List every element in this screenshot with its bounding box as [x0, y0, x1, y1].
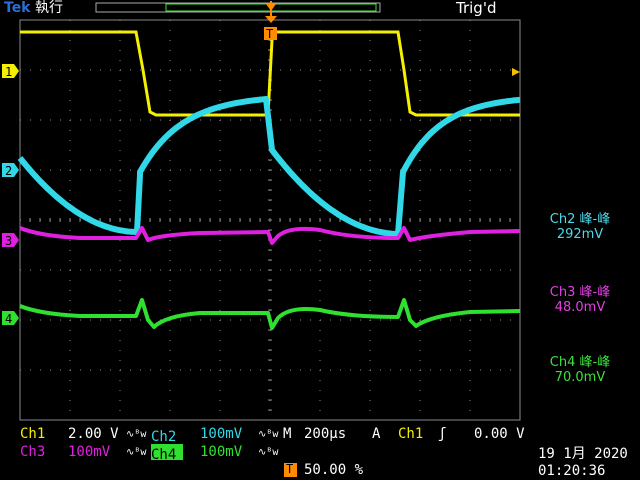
ch4-label: Ch4 [151, 447, 177, 463]
ch4-marker[interactable]: 4 [2, 311, 19, 326]
timebase-label: M [283, 426, 292, 442]
ch1-marker[interactable]: 1 [2, 64, 19, 79]
date: 19 1月 2020 [538, 446, 628, 462]
brand-status: Tek 執行 [4, 0, 63, 16]
trigger-position-icon: T [284, 462, 297, 477]
oscilloscope-screen: 1 2 3 4 T Tek 執行 Trig'd Ch2 峰-峰 292mV Ch… [0, 0, 640, 480]
ch2-label: Ch2 [151, 429, 177, 445]
ch3-label[interactable]: Ch3 [20, 444, 45, 460]
measurement-value: 48.0mV [554, 300, 606, 315]
ch3-marker[interactable]: 3 [2, 233, 19, 248]
trigger-status: Trig'd [456, 0, 497, 17]
time: 01:20:36 [538, 463, 606, 479]
ch1-scale[interactable]: 2.00 V [68, 426, 119, 442]
ch2-scale[interactable]: 100mV [200, 426, 242, 442]
ch1-label[interactable]: Ch1 [20, 426, 45, 442]
trigger-level-arrow[interactable] [512, 68, 520, 76]
ch2-waveform [17, 96, 521, 237]
acquisition-status: 執行 [34, 0, 63, 16]
svg-text:T: T [266, 27, 273, 41]
svg-text:2: 2 [5, 164, 12, 178]
measurement-ch3[interactable]: Ch3 峰-峰 48.0mV [524, 285, 636, 315]
measurement-name: Ch3 峰-峰 [549, 285, 611, 300]
datetime: 19 1月 2020 01:20:36 [538, 446, 638, 480]
ch2-label-box[interactable]: Ch2 [151, 426, 183, 445]
ch2-marker[interactable]: 2 [2, 163, 19, 178]
trigger-source[interactable]: Ch1 [398, 426, 423, 442]
ch4-waveform [19, 298, 521, 330]
trigger-slope-icon: ʃ [438, 426, 447, 442]
trigger-level[interactable]: 0.00 V [474, 426, 525, 442]
svg-text:3: 3 [5, 234, 12, 248]
measurement-ch2[interactable]: Ch2 峰-峰 292mV [524, 212, 636, 242]
measurement-ch4[interactable]: Ch4 峰-峰 70.0mV [524, 355, 636, 385]
measurement-value: 70.0mV [554, 370, 606, 385]
svg-text:4: 4 [5, 312, 12, 326]
ch4-bw-icon: ∿ᴮw [258, 447, 279, 458]
svg-text:1: 1 [5, 65, 12, 79]
ch3-scale[interactable]: 100mV [68, 444, 110, 460]
measurement-name: Ch2 峰-峰 [549, 212, 611, 227]
ch4-scale[interactable]: 100mV [200, 444, 242, 460]
record-view-bar [95, 1, 381, 16]
trigger-position[interactable]: 50.00 % [304, 462, 363, 478]
ch4-label-box[interactable]: Ch4 [151, 444, 183, 463]
trigger-mode: A [372, 426, 381, 442]
measurement-name: Ch4 峰-峰 [549, 355, 611, 370]
ch1-waveform [20, 30, 520, 117]
measurement-value: 292mV [556, 227, 604, 242]
ch3-bw-icon: ∿ᴮw [126, 447, 147, 458]
ch1-bw-icon: ∿ᴮw [126, 429, 147, 440]
timebase-value[interactable]: 200µs [304, 426, 346, 442]
ch2-bw-icon: ∿ᴮw [258, 429, 279, 440]
brand-logo: Tek [4, 0, 31, 16]
